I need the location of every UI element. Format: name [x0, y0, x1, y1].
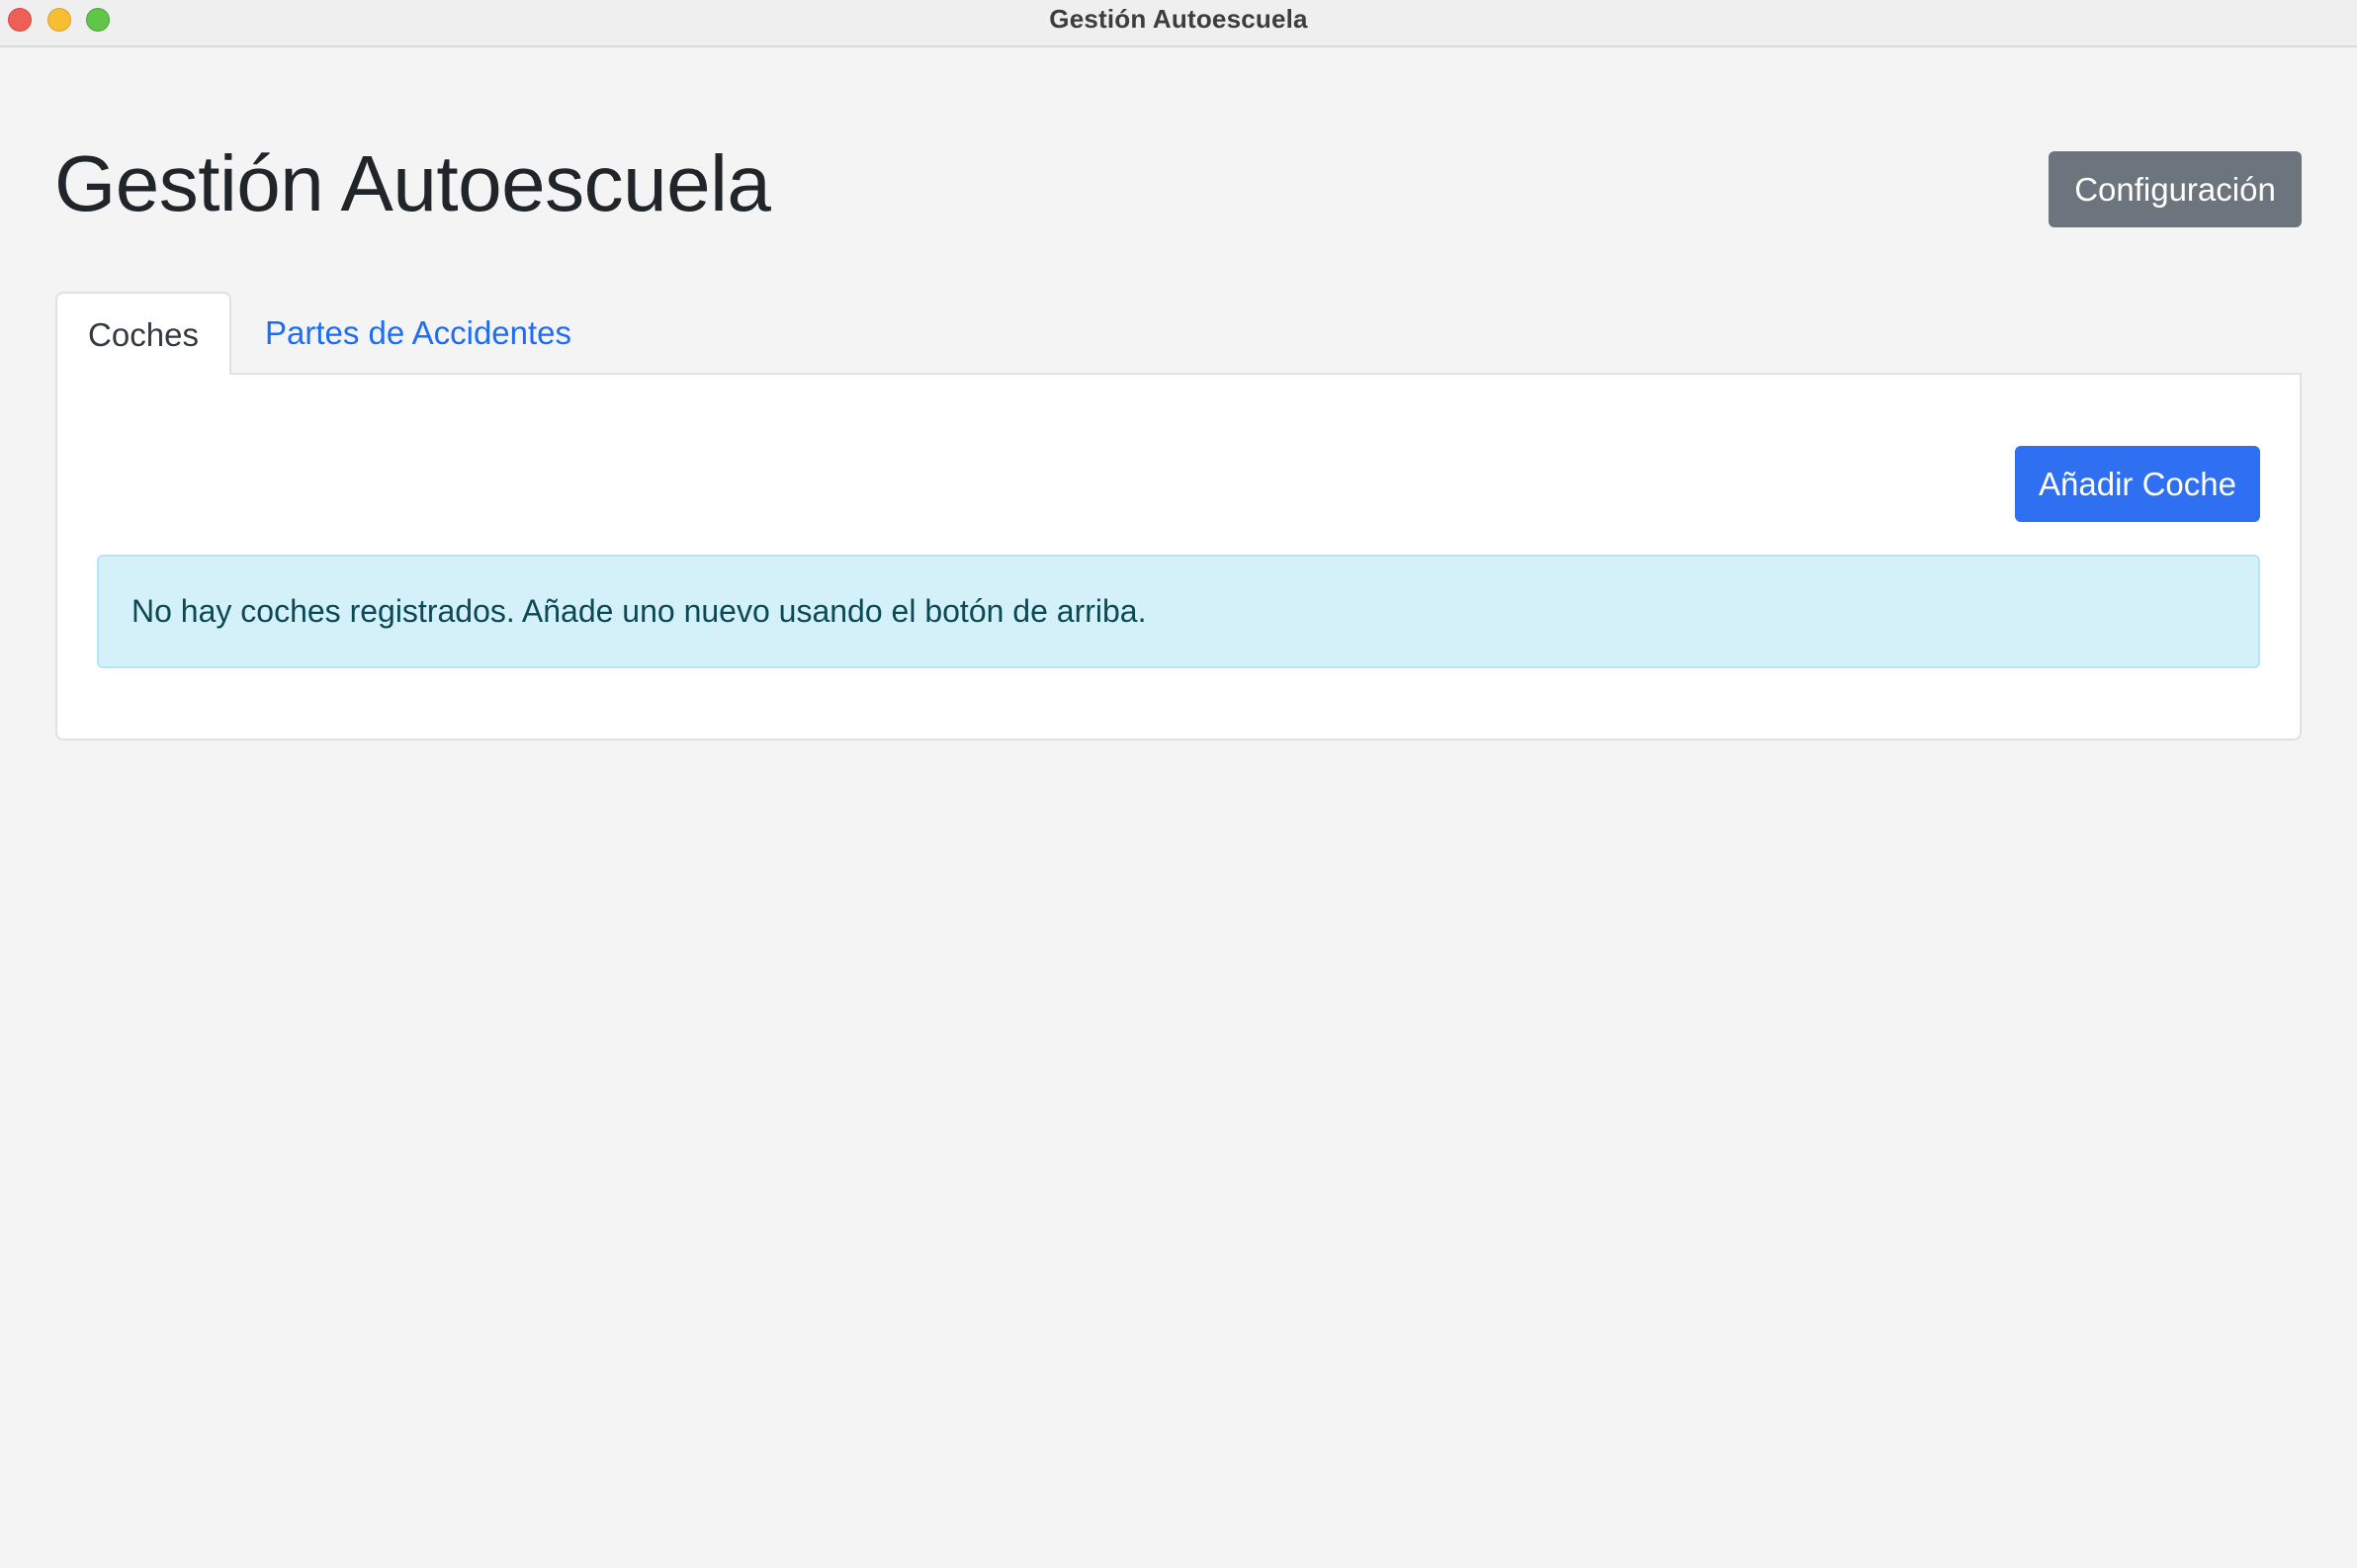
page-title: Gestión Autoescuela: [54, 139, 771, 227]
tab-coches[interactable]: Coches: [55, 292, 231, 375]
tab-content-panel: Añadir Coche No hay coches registrados. …: [55, 373, 2302, 740]
app-window: Gestión Autoescuela Gestión Autoescuela …: [0, 0, 2357, 1568]
empty-state-alert: No hay coches registrados. Añade uno nue…: [97, 555, 2260, 668]
window-title: Gestión Autoescuela: [1049, 4, 1308, 34]
configuration-button[interactable]: Configuración: [2049, 151, 2302, 227]
tab-partes-de-accidentes[interactable]: Partes de Accidentes: [265, 292, 571, 375]
add-car-button[interactable]: Añadir Coche: [2015, 446, 2260, 522]
tab-bar: Coches Partes de Accidentes: [55, 292, 2302, 375]
empty-state-message: No hay coches registrados. Añade uno nue…: [131, 593, 1147, 629]
title-bar: Gestión Autoescuela: [0, 0, 2357, 47]
